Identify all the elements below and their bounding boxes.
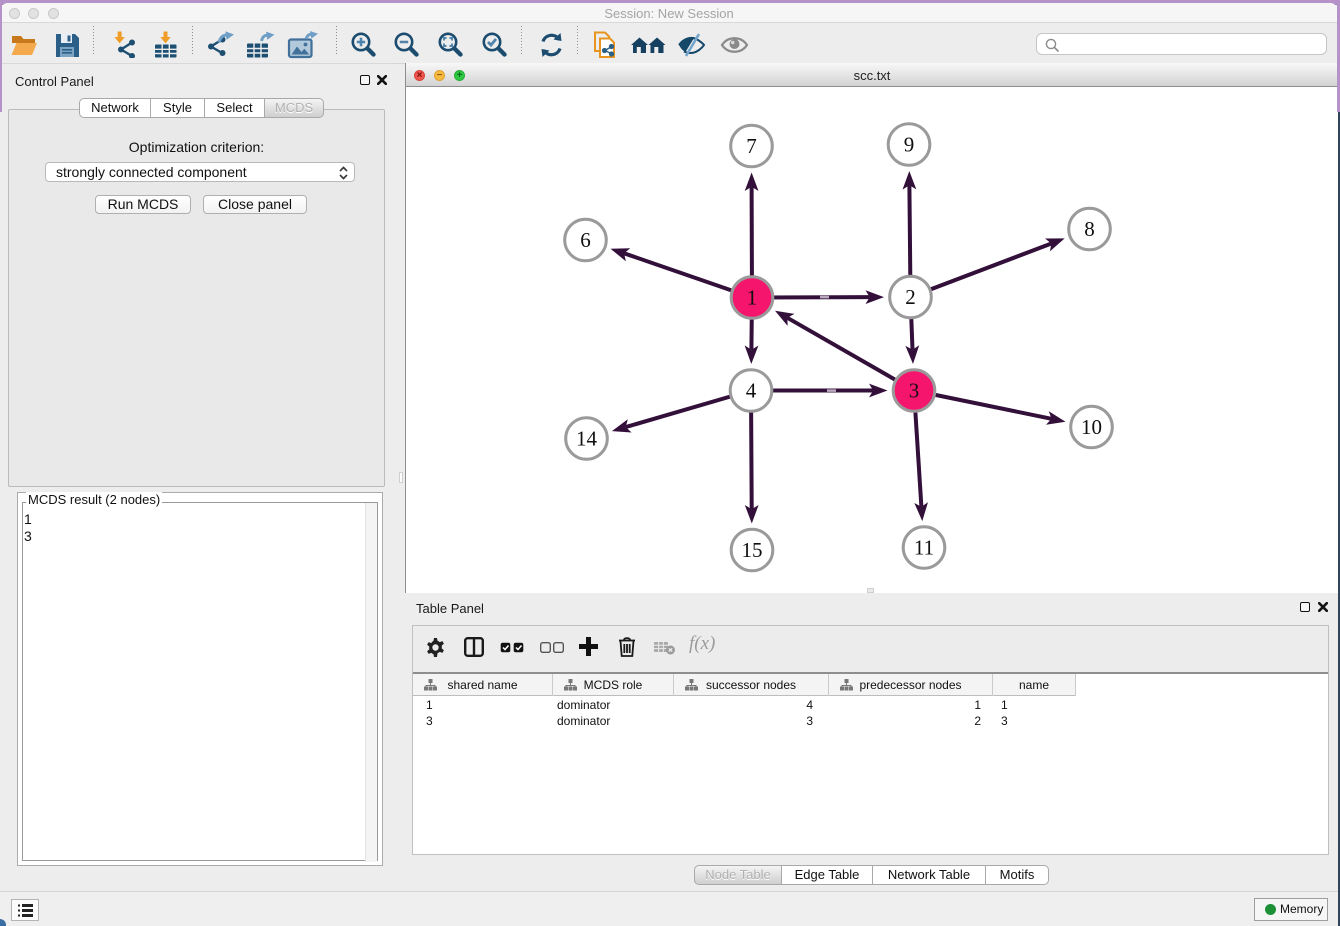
svg-text:1: 1 — [747, 286, 758, 310]
svg-text:10: 10 — [1081, 415, 1102, 439]
svg-text:14: 14 — [576, 427, 598, 451]
svg-text:6: 6 — [580, 228, 591, 252]
svg-text:3: 3 — [909, 379, 920, 403]
svg-text:2: 2 — [905, 285, 916, 309]
svg-text:15: 15 — [742, 538, 763, 562]
svg-text:8: 8 — [1084, 217, 1095, 241]
svg-text:11: 11 — [914, 536, 934, 560]
svg-text:4: 4 — [746, 379, 757, 403]
svg-text:9: 9 — [904, 133, 915, 157]
svg-text:7: 7 — [746, 134, 757, 158]
